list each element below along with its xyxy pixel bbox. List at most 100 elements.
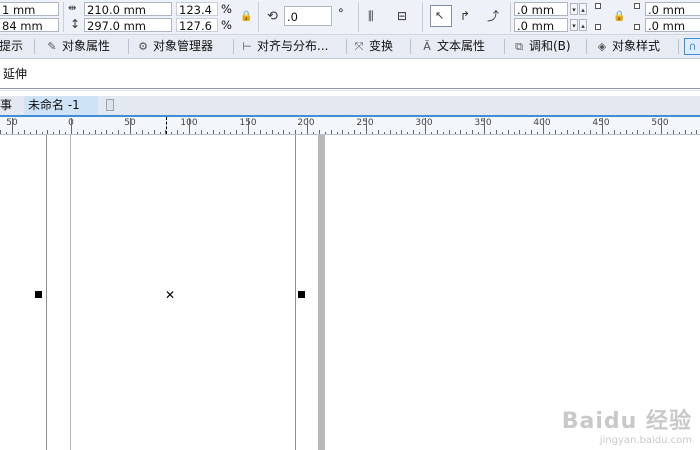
rotate-icon: ⟲ <box>267 9 278 24</box>
ruler-tick <box>59 130 60 134</box>
spin-button[interactable]: ▴ <box>579 3 587 15</box>
separator <box>63 2 64 32</box>
ruler-label: 200 <box>297 118 315 128</box>
ruler-tick <box>295 130 296 134</box>
ruler-tick <box>496 130 497 134</box>
ruler-tick <box>89 132 90 134</box>
ruler-tick <box>649 130 650 134</box>
secondary-toolbar: 延伸 <box>0 59 700 87</box>
corner-radius-field[interactable]: .0 mm <box>645 2 700 16</box>
ruler-tick <box>30 132 31 134</box>
ruler-tick <box>466 132 467 134</box>
corner-radius-field[interactable]: .0 mm <box>645 18 700 32</box>
ruler-tick <box>65 132 66 134</box>
guideline[interactable] <box>295 135 296 450</box>
ruler-tick <box>313 132 314 134</box>
document-tab-bar <box>0 96 700 117</box>
scale-x-field[interactable]: 123.4 <box>176 2 218 16</box>
ruler-tick <box>449 130 450 134</box>
ruler-tick <box>555 130 556 134</box>
ruler-tick <box>679 132 680 134</box>
corner-toggle-icon[interactable] <box>634 24 640 30</box>
tab-object-properties[interactable]: ✎ 对象属性 <box>45 35 110 58</box>
ruler-tick <box>201 130 202 134</box>
selection-handle[interactable] <box>35 291 42 298</box>
guideline[interactable] <box>46 135 47 450</box>
separator <box>678 39 679 54</box>
tab-object-styles[interactable]: ◈ 对象样式 <box>595 35 660 58</box>
new-document-tab-button[interactable] <box>106 99 114 111</box>
tab-text-properties[interactable]: Ᾰ 文本属性 <box>420 35 485 58</box>
mirror-vertical-icon[interactable]: ⊟ <box>397 9 407 23</box>
tab-label: 对齐与分布... <box>257 39 329 53</box>
ruler-tick <box>696 130 697 134</box>
mirror-horizontal-icon[interactable]: ⫼ <box>368 9 374 23</box>
ruler-tick <box>626 130 627 134</box>
tab-label: 提示 <box>0 39 24 53</box>
selection-handle[interactable] <box>298 291 305 298</box>
document-tab[interactable]: 事 <box>0 96 12 115</box>
corner-toggle-icon[interactable] <box>595 24 601 30</box>
object-width-field[interactable]: 210.0 mm <box>84 2 172 16</box>
ruler-tick <box>142 130 143 134</box>
document-tab-active[interactable]: 未命名 -1 <box>24 96 98 115</box>
ruler-tick <box>325 132 326 134</box>
separator <box>34 39 35 54</box>
spin-button[interactable]: ▾ <box>570 3 578 15</box>
more-tabs-icon[interactable]: ∩ <box>684 38 700 55</box>
corner-toggle-icon[interactable] <box>634 3 640 9</box>
percent-label: % <box>221 18 232 32</box>
tab-align-distribute[interactable]: ⊢ 对齐与分布... <box>240 35 328 58</box>
spin-button[interactable]: ▴ <box>579 19 587 31</box>
ruler-tick <box>472 130 473 134</box>
chamfered-corner-icon[interactable]: ⤴ <box>487 9 499 23</box>
ruler-tick <box>502 132 503 134</box>
round-corner-button[interactable]: ↖ <box>430 5 452 27</box>
ruler-tick <box>236 130 237 134</box>
tab-transform[interactable]: ⤧ 变换 <box>352 35 393 58</box>
rotation-angle-field[interactable]: .0 <box>284 6 332 26</box>
ruler-tick <box>148 132 149 134</box>
ruler-label: 350 <box>474 118 492 128</box>
height-icon: ↕ <box>70 17 81 31</box>
ruler-tick <box>47 130 48 134</box>
divider <box>0 90 700 91</box>
lock-ratio-icon[interactable]: 🔒 <box>240 10 252 24</box>
ruler-tick <box>183 132 184 134</box>
separator <box>510 2 511 32</box>
extend-label: 延伸 <box>3 67 28 81</box>
lock-corners-icon[interactable]: 🔒 <box>613 10 625 24</box>
page-shadow <box>318 135 325 450</box>
position-y-field[interactable]: 84 mm <box>0 18 59 32</box>
tab-hints[interactable]: 提示 <box>0 35 23 58</box>
ruler-tick <box>331 130 332 134</box>
ruler-tick <box>83 130 84 134</box>
ruler-tick <box>354 130 355 134</box>
ruler-tick <box>537 132 538 134</box>
object-height-field[interactable]: 297.0 mm <box>84 18 172 32</box>
ruler-tick <box>171 132 172 134</box>
spin-button[interactable]: ▾ <box>570 19 578 31</box>
ruler-tick <box>549 132 550 134</box>
horizontal-ruler[interactable]: 50 0 50 100 150 200 250 300 350 400 450 … <box>0 117 700 135</box>
scale-y-field[interactable]: 127.6 <box>176 18 218 32</box>
ruler-tick <box>224 130 225 134</box>
ruler-tick <box>490 132 491 134</box>
corner-radius-field[interactable]: .0 mm <box>514 2 568 16</box>
scalloped-corner-icon[interactable]: ↱ <box>460 9 470 23</box>
separator <box>410 39 411 54</box>
ruler-tick <box>195 132 196 134</box>
ruler-tick <box>219 132 220 134</box>
tab-object-manager[interactable]: ⚙ 对象管理器 <box>136 35 213 58</box>
ruler-tick <box>460 130 461 134</box>
rotation-center-icon[interactable]: ✕ <box>165 289 175 301</box>
corner-radius-field[interactable]: .0 mm <box>514 18 568 32</box>
tab-blend[interactable]: ⧉ 调和(B) <box>512 35 571 58</box>
ruler-tick <box>378 130 379 134</box>
position-x-field[interactable]: 1 mm <box>0 2 59 16</box>
corner-toggle-icon[interactable] <box>595 3 601 9</box>
drawing-canvas[interactable]: ✕ Baidu 经验 jingyan.baidu.com <box>0 135 700 450</box>
ruler-tick <box>366 118 367 134</box>
ruler-tick <box>401 130 402 134</box>
ruler-tick <box>561 132 562 134</box>
